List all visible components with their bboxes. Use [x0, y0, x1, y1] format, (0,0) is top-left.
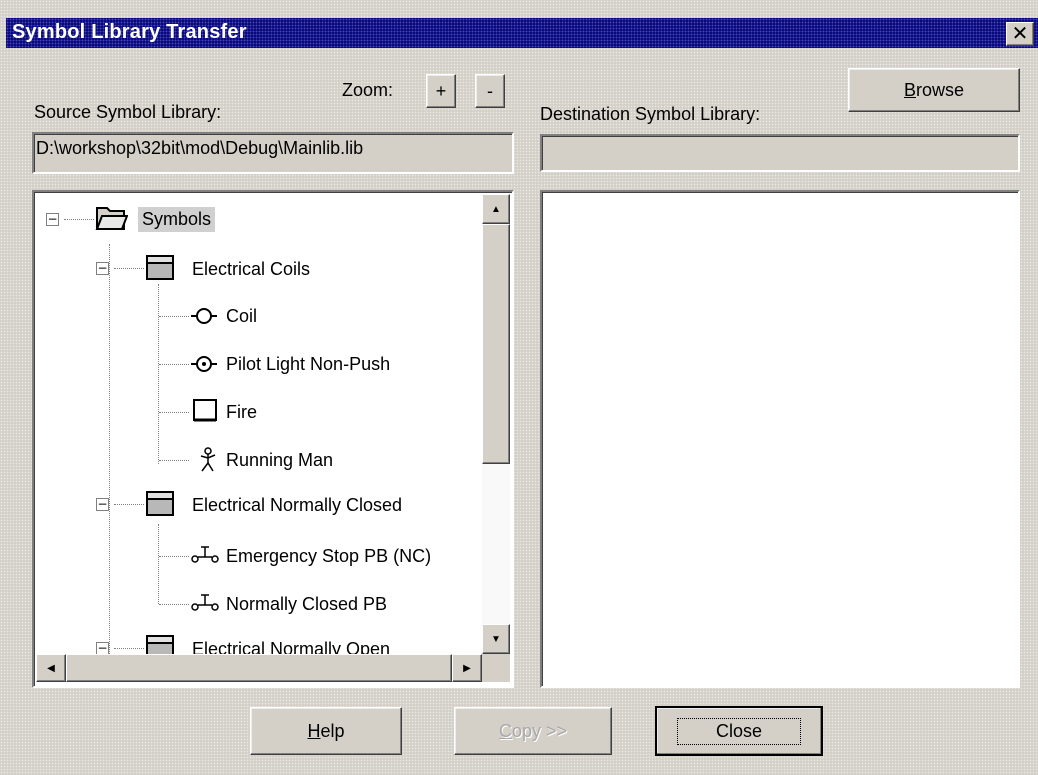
arrow-left-icon: ◀ — [47, 662, 55, 674]
zoom-label: Zoom: — [342, 80, 394, 100]
scrollbar-corner — [482, 654, 510, 682]
scroll-down-button[interactable]: ▼ — [482, 624, 510, 654]
copy-button-label: Copy >> — [498, 720, 568, 741]
nc-pushbutton-icon — [190, 544, 220, 571]
scroll-up-button[interactable]: ▲ — [482, 194, 510, 224]
copy-button[interactable]: Copy >> — [454, 707, 612, 755]
tree-node-group-label: Electrical Coils — [192, 258, 311, 279]
source-library-path: D:\workshop\32bit\mod\Debug\Mainlib.lib — [36, 138, 364, 158]
collapse-group-toggle[interactable]: − — [96, 498, 109, 511]
help-button-label: Help — [307, 720, 345, 741]
fire-icon — [192, 398, 218, 429]
arrow-right-icon: ▶ — [463, 662, 471, 674]
coil-icon — [191, 305, 217, 332]
close-button[interactable]: Close — [655, 706, 823, 756]
destination-symbol-list[interactable] — [540, 190, 1020, 688]
destination-library-label: Destination Symbol Library: — [540, 104, 761, 124]
scroll-left-button[interactable]: ◀ — [36, 654, 66, 682]
browse-button[interactable]: Browse — [848, 68, 1020, 112]
help-button[interactable]: Help — [250, 707, 402, 755]
close-icon: ✕ — [1011, 23, 1029, 45]
tree-node-root-label: Symbols — [138, 206, 216, 232]
collapse-root-toggle[interactable]: − — [46, 213, 59, 226]
horizontal-scroll-thumb[interactable] — [66, 654, 452, 682]
destination-library-path-field — [540, 134, 1020, 172]
scroll-right-button[interactable]: ▶ — [452, 654, 482, 682]
nc-pushbutton-icon — [190, 592, 220, 619]
vertical-scroll-thumb[interactable] — [482, 224, 510, 464]
arrow-up-icon: ▲ — [491, 203, 501, 215]
browse-button-label: Browse — [903, 79, 965, 100]
tree-node-symbol[interactable]: Fire — [226, 397, 257, 427]
plus-icon: + — [435, 80, 447, 101]
collapse-group-toggle[interactable]: − — [96, 262, 109, 275]
tree-node-symbol[interactable]: Pilot Light Non-Push — [226, 349, 390, 379]
tree-node-symbol[interactable]: Running Man — [226, 445, 333, 475]
tree-node-root[interactable]: Symbols — [134, 204, 216, 234]
tree-node-symbol-label: Normally Closed PB — [226, 593, 388, 614]
tree-node-symbol-label: Emergency Stop PB (NC) — [226, 545, 432, 566]
source-symbol-tree[interactable]: − Symbols − Electrical Coils Coil Pilot … — [32, 190, 514, 688]
tree-node-symbol[interactable]: Normally Closed PB — [226, 589, 387, 619]
tree-node-group[interactable]: Electrical Coils — [184, 254, 310, 284]
tree-node-symbol[interactable]: Coil — [226, 301, 257, 331]
folder-icon — [144, 252, 176, 287]
close-button-label: Close — [676, 717, 802, 745]
minus-icon: - — [487, 80, 493, 101]
running-man-icon — [198, 447, 220, 478]
symbol-library-transfer-dialog: Symbol Library Transfer ✕ Zoom: + - Brow… — [0, 0, 1038, 775]
zoom-in-button[interactable]: + — [426, 74, 456, 108]
close-window-button[interactable]: ✕ — [1006, 22, 1034, 46]
tree-node-group[interactable]: Electrical Normally Closed — [184, 490, 402, 520]
window-title: Symbol Library Transfer — [12, 21, 247, 43]
pilot-light-icon — [191, 353, 217, 380]
tree-node-symbol-label: Pilot Light Non-Push — [226, 353, 391, 374]
tree-node-symbol-label: Fire — [226, 401, 257, 422]
arrow-down-icon: ▼ — [491, 633, 501, 645]
tree-node-symbol[interactable]: Emergency Stop PB (NC) — [226, 541, 431, 571]
source-library-path-field: D:\workshop\32bit\mod\Debug\Mainlib.lib — [32, 132, 514, 174]
tree-node-symbol-label: Running Man — [226, 449, 334, 470]
open-folder-icon — [94, 202, 129, 237]
source-library-label: Source Symbol Library: — [34, 102, 222, 122]
title-bar: Symbol Library Transfer ✕ — [6, 18, 1038, 48]
zoom-out-button[interactable]: - — [475, 74, 505, 108]
folder-icon — [144, 488, 176, 523]
tree-node-symbol-label: Coil — [226, 305, 258, 326]
tree-node-group-label: Electrical Normally Closed — [192, 494, 403, 515]
